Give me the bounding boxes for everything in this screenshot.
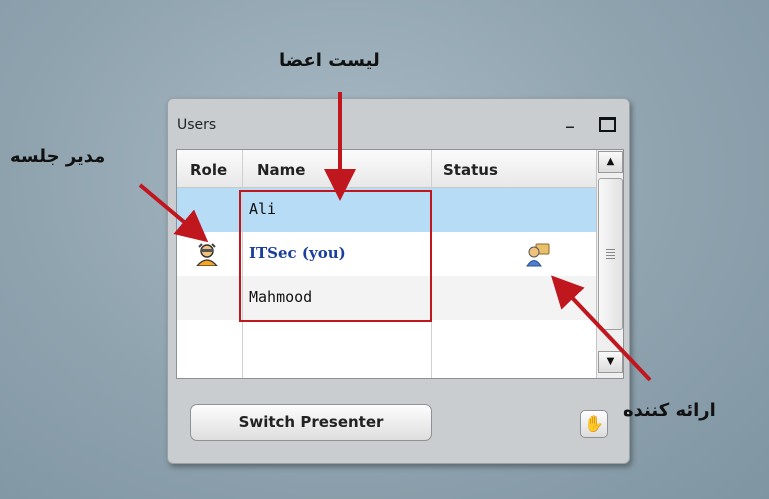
moderator-icon bbox=[194, 242, 220, 270]
table-row[interactable]: Ali bbox=[177, 188, 596, 232]
hand-icon: ✋ bbox=[584, 414, 604, 433]
table-row[interactable]: ITSec (you) bbox=[177, 232, 596, 276]
panel-titlebar: Users _ bbox=[168, 99, 629, 149]
users-grid: Role Name Status Ali ITSec (you) Mahmood… bbox=[176, 149, 624, 379]
users-panel: Users _ Role Name Status Ali ITSec (you) bbox=[167, 98, 630, 464]
scroll-thumb[interactable] bbox=[598, 178, 623, 330]
user-name: ITSec (you) bbox=[249, 244, 346, 262]
raise-hand-button[interactable]: ✋ bbox=[580, 410, 608, 438]
members-list-label: لیست اعضا bbox=[279, 50, 380, 71]
scroll-down-button[interactable]: ▼ bbox=[598, 351, 623, 373]
switch-presenter-button[interactable]: Switch Presenter bbox=[190, 404, 432, 441]
column-header-name[interactable]: Name bbox=[257, 161, 305, 179]
presenter-label: ارائه کننده bbox=[623, 400, 716, 421]
scroll-up-button[interactable]: ▲ bbox=[598, 151, 623, 173]
user-name: Ali bbox=[249, 200, 277, 218]
presenter-icon bbox=[525, 241, 551, 271]
column-divider bbox=[431, 150, 432, 378]
column-header-status[interactable]: Status bbox=[443, 161, 498, 179]
user-name: Mahmood bbox=[249, 288, 313, 306]
minimize-button[interactable]: _ bbox=[566, 109, 574, 128]
session-manager-label: مدیر جلسه bbox=[10, 146, 106, 167]
grid-header: Role Name Status bbox=[177, 150, 596, 188]
column-header-role[interactable]: Role bbox=[190, 161, 227, 179]
column-divider bbox=[242, 150, 243, 378]
panel-title: Users bbox=[177, 117, 217, 133]
table-row[interactable]: Mahmood bbox=[177, 276, 596, 320]
vertical-scrollbar[interactable]: ▲ ▼ bbox=[596, 150, 623, 378]
maximize-button[interactable] bbox=[599, 117, 616, 132]
